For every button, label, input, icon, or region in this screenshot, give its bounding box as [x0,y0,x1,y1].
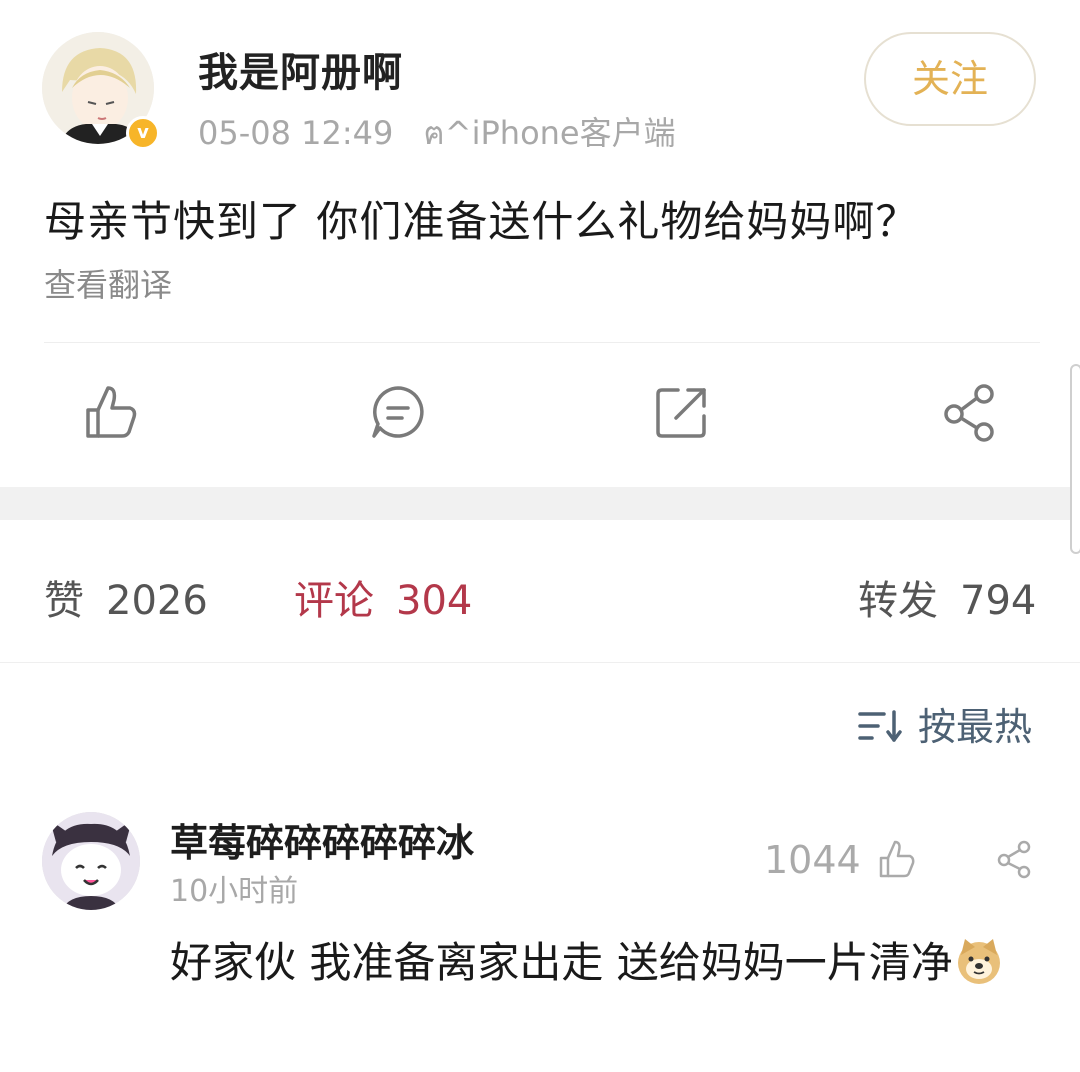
post-author-name[interactable]: 我是阿册啊 [198,40,403,98]
reposts-count: 794 [960,578,1037,624]
follow-button[interactable]: 关注 [864,32,1036,126]
comment-button[interactable] [366,380,430,444]
comments-tab[interactable]: 评论 304 [294,568,472,626]
post-source: ฅ^iPhone客户端 [423,114,676,152]
comments-label: 评论 [294,578,374,624]
commenter-avatar[interactable] [42,812,140,910]
comment-time: 10小时前 [170,874,299,909]
comment-text: 好家伙 我准备离家出走 送给妈妈一片清净 [170,928,1050,998]
likes-label: 赞 [44,578,84,624]
sort-label: 按最热 [918,705,1033,749]
post-meta: 05-08 12:49 ฅ^iPhone客户端 [198,108,676,159]
sort-by-hot-button[interactable]: 按最热 [858,696,1032,751]
scrollbar-thumb[interactable] [1070,364,1080,554]
commenter-name[interactable]: 草莓碎碎碎碎碎冰 [170,812,474,867]
post-text: 母亲节快到了 你们准备送什么礼物给妈妈啊？ [44,197,919,246]
divider [44,342,1040,343]
sort-icon [858,710,902,742]
comment-icon [372,386,424,438]
likes-count: 2026 [106,578,208,624]
post-time: 05-08 12:49 [198,114,394,152]
likes-tab[interactable]: 赞 2026 [44,568,208,626]
reposts-label: 转发 [858,578,938,624]
section-separator [0,487,1080,520]
share-icon [997,840,1031,879]
share-button[interactable] [938,380,1002,444]
comments-count: 304 [396,578,473,624]
thumbs-up-icon [879,840,915,878]
divider [0,662,1080,663]
like-button[interactable] [78,380,142,444]
view-translation-link[interactable]: 查看翻译 [44,260,172,306]
repost-icon [656,388,706,438]
doge-emoji-icon [957,939,1000,984]
verified-badge-icon: v [126,116,160,150]
comment-like-count[interactable]: 1044 [764,838,861,882]
comment-body: 好家伙 我准备离家出走 送给妈妈一片清净 [170,938,953,987]
repost-button[interactable] [650,380,714,444]
comment-share-button[interactable] [994,838,1034,880]
comment-like-button[interactable] [876,838,916,880]
share-icon [944,384,994,442]
reposts-tab[interactable]: 转发 794 [858,568,1036,626]
thumbs-up-icon [86,386,137,438]
